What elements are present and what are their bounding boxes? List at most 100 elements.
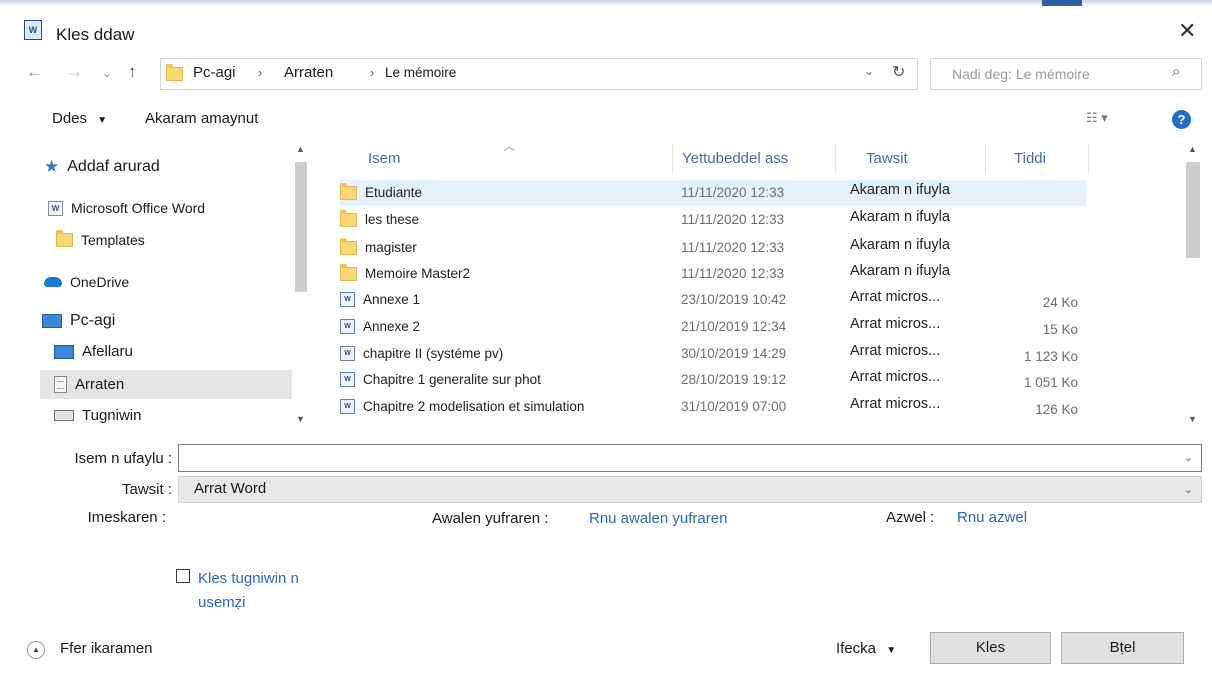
file-row[interactable]: W Annexe 1 23/10/2019 10:42 Arrat micros.…: [340, 287, 1086, 313]
recent-locations-icon[interactable]: ⌄: [102, 66, 112, 80]
file-name-text: Annexe 1: [363, 292, 421, 307]
file-name: Memoire Master2: [340, 263, 471, 281]
forward-arrow-icon[interactable]: →: [66, 62, 83, 82]
breadcrumb-separator[interactable]: ›: [258, 65, 262, 80]
breadcrumb-le-memoire[interactable]: Le mémoire: [385, 65, 456, 80]
title-link[interactable]: Rnu azwel: [957, 509, 1027, 526]
file-row[interactable]: W Chapitre 1 generalite sur phot 28/10/20…: [340, 367, 1086, 393]
chevron-down-icon[interactable]: ⌄: [1184, 451, 1193, 464]
authors-link[interactable]: Rnu awalen yufraren: [589, 510, 727, 527]
back-arrow-icon[interactable]: ←: [26, 62, 43, 82]
column-header-date[interactable]: Yettubeddel ass: [682, 150, 788, 167]
address-history-icon[interactable]: ⌄: [864, 64, 874, 78]
file-row[interactable]: Memoire Master2 11/11/2020 12:33 Akaram …: [340, 261, 1086, 287]
scrollbar-thumb[interactable]: [295, 162, 307, 292]
file-size: 15 Ko: [1042, 322, 1078, 337]
word-doc-icon: W: [24, 20, 42, 40]
file-row[interactable]: magister 11/11/2020 12:33 Akaram n ifuyl…: [340, 235, 1086, 261]
word-document-icon: W: [340, 346, 355, 361]
sidebar-item-label: Tugniwin: [82, 407, 142, 424]
sort-ascending-icon: ︿: [504, 141, 515, 153]
sidebar-item-label: Pc-agi: [70, 312, 116, 329]
sidebar-item-word[interactable]: W Microsoft Office Word: [48, 200, 205, 216]
sidebar-item-onedrive[interactable]: OneDrive: [44, 274, 129, 290]
file-type: Arrat micros...: [850, 289, 941, 305]
save-thumbnail-checkbox[interactable]: [176, 569, 190, 583]
search-placeholder: Nadi deg: Le mémoire: [952, 66, 1090, 82]
folder-icon: [340, 237, 357, 255]
column-header-size[interactable]: Tiddi: [1014, 150, 1046, 167]
column-header-type[interactable]: Tawsit: [866, 150, 908, 167]
chevron-down-icon[interactable]: ⌄: [1184, 483, 1193, 496]
cancel-button[interactable]: Bṭel: [1061, 632, 1184, 664]
sidebar-item-pictures[interactable]: Tugniwin: [54, 407, 141, 424]
chevron-down-icon: ▼: [886, 645, 897, 656]
file-row[interactable]: W Chapitre 2 modelisation et simulation 3…: [340, 394, 1086, 420]
sidebar-item-desktop[interactable]: Afellaru: [54, 343, 133, 360]
column-divider[interactable]: [1088, 144, 1089, 174]
address-bar[interactable]: [160, 58, 918, 90]
computer-icon: [42, 314, 62, 328]
window-title: Kles ddaw: [56, 25, 135, 44]
new-folder-button[interactable]: Akaram amaynut: [145, 110, 258, 127]
sidebar-scrollbar[interactable]: ▲ ▼: [294, 142, 308, 426]
file-name: Etudiante: [340, 182, 422, 200]
file-type: Akaram n ifuyla: [850, 263, 950, 279]
scroll-up-icon[interactable]: ▲: [296, 144, 305, 154]
scroll-down-icon[interactable]: ▼: [1188, 414, 1197, 424]
desktop-icon: [54, 344, 74, 359]
file-row[interactable]: Wchapitre II (systéme pv) 30/10/2019 14:…: [340, 341, 1086, 367]
breadcrumb-pc-agi[interactable]: Pc-agi: [193, 64, 236, 81]
word-document-icon: W: [340, 319, 355, 334]
column-divider[interactable]: [985, 144, 986, 174]
up-arrow-icon[interactable]: ↑: [128, 62, 137, 82]
collapse-folders-icon[interactable]: ▲: [27, 641, 45, 659]
file-name: magister: [340, 237, 417, 255]
drive-icon: [54, 410, 74, 421]
filetype-value: Arrat Word: [194, 480, 267, 497]
window-top-edge: [0, 0, 1212, 6]
file-date: 28/10/2019 19:12: [681, 372, 787, 387]
cloud-icon: [44, 277, 62, 287]
help-icon[interactable]: ?: [1172, 110, 1191, 129]
breadcrumb-arraten[interactable]: Arraten: [284, 64, 333, 81]
organize-button[interactable]: Ddes ▼: [52, 110, 107, 127]
sidebar-item-templates[interactable]: Templates: [56, 230, 145, 248]
close-icon[interactable]: ✕: [1178, 18, 1196, 44]
word-document-icon: W: [340, 399, 355, 414]
save-button[interactable]: Kles: [930, 632, 1051, 664]
column-divider[interactable]: [672, 144, 673, 174]
file-row[interactable]: Etudiante 11/11/2020 12:33 Akaram n ifuy…: [340, 180, 1086, 206]
file-row[interactable]: W Annexe 2 21/10/2019 12:34 Arrat micros.…: [340, 314, 1086, 340]
view-options-icon[interactable]: ☷ ▾: [1086, 110, 1108, 126]
file-type: Arrat micros...: [850, 396, 941, 412]
sidebar-item-documents[interactable]: Arraten: [40, 370, 292, 399]
filename-input[interactable]: ⌄: [178, 444, 1202, 472]
scroll-up-icon[interactable]: ▲: [1188, 144, 1197, 154]
file-name-text: Memoire Master2: [365, 266, 471, 281]
tools-button[interactable]: Ifecka ▼: [836, 640, 896, 657]
save-thumbnail-label[interactable]: Kles tugniwin n usemẓi: [198, 567, 338, 615]
file-row[interactable]: les these 11/11/2020 12:33 Akaram n ifuy…: [340, 207, 1086, 233]
file-name: W Chapitre 2 modelisation et simulation: [340, 399, 584, 414]
file-list-scrollbar[interactable]: ▲ ▼: [1184, 142, 1202, 426]
breadcrumb-separator[interactable]: ›: [370, 65, 374, 80]
search-icon[interactable]: ⌕: [1172, 63, 1180, 80]
scroll-down-icon[interactable]: ▼: [296, 414, 305, 424]
filetype-select[interactable]: ⌄: [178, 476, 1202, 503]
folder-icon: [340, 263, 357, 281]
hide-folders-button[interactable]: Ffer ikaramen: [60, 640, 153, 657]
file-name-text: chapitre II (systéme pv): [363, 346, 504, 361]
column-divider[interactable]: [835, 144, 836, 174]
sidebar-item-quick-access[interactable]: ★ Addaf arurad: [44, 157, 160, 177]
refresh-icon[interactable]: ↻: [892, 62, 905, 82]
file-size: 24 Ko: [1042, 295, 1078, 310]
file-type: Arrat micros...: [850, 343, 941, 359]
folder-icon: [340, 209, 357, 227]
file-name-text: Chapitre 2 modelisation et simulation: [363, 399, 585, 414]
file-date: 11/11/2020 12:33: [681, 212, 785, 227]
chevron-down-icon: ▼: [97, 115, 108, 126]
scrollbar-thumb[interactable]: [1186, 162, 1200, 258]
sidebar-item-pc-agi[interactable]: Pc-agi: [42, 312, 115, 330]
column-header-name[interactable]: Isem: [368, 150, 401, 167]
